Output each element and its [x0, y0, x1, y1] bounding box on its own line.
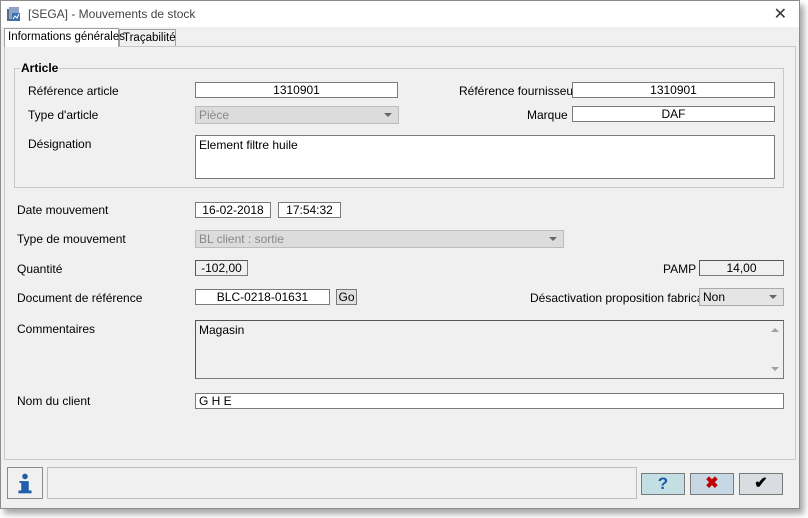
commentaires-label: Commentaires — [17, 322, 96, 336]
document-reference-field[interactable]: BLC-0218-01631 — [195, 289, 330, 305]
chevron-down-icon — [549, 237, 557, 241]
quantite-field[interactable]: -102,00 — [195, 260, 248, 276]
desactivation-value: Non — [703, 290, 726, 304]
type-mouvement-value: BL client : sortie — [199, 232, 284, 246]
nom-client-label: Nom du client — [17, 394, 91, 408]
cancel-button[interactable]: ✖ — [690, 473, 734, 495]
scroll-down-icon[interactable] — [771, 367, 779, 371]
article-group-title: Article — [20, 61, 60, 75]
go-button[interactable]: Go — [336, 289, 357, 305]
date-mouvement-label: Date mouvement — [17, 203, 109, 217]
type-article-select[interactable]: Pièce — [195, 106, 399, 124]
title-bar[interactable]: [SEGA] - Mouvements de stock ✕ — [1, 1, 799, 27]
checkmark-icon: ✔ — [754, 475, 768, 492]
date-mouvement-field[interactable]: 16-02-2018 — [195, 202, 271, 218]
help-icon: ? — [657, 474, 669, 493]
pamp-label: PAMP — [663, 262, 697, 276]
reference-fournisseur-label: Référence fournisseur — [459, 84, 578, 98]
nom-client-field[interactable]: G H E — [195, 393, 784, 409]
desactivation-select[interactable]: Non — [699, 288, 784, 306]
designation-field[interactable]: Element filtre huile — [195, 135, 775, 179]
ok-button[interactable]: ✔ — [739, 473, 783, 495]
help-button[interactable]: ? — [641, 473, 685, 495]
document-reference-label: Document de référence — [17, 291, 143, 305]
app-icon — [7, 7, 20, 21]
info-button[interactable] — [7, 467, 43, 499]
status-area — [47, 467, 637, 499]
scroll-up-icon[interactable] — [771, 328, 779, 332]
reference-article-label: Référence article — [28, 84, 119, 98]
heure-mouvement-field[interactable]: 17:54:32 — [278, 202, 341, 218]
type-mouvement-select[interactable]: BL client : sortie — [195, 230, 564, 248]
type-article-value: Pièce — [199, 108, 230, 122]
bottom-toolbar: ? ✖ ✔ — [4, 464, 796, 500]
tab-label: Informations générales — [8, 31, 125, 43]
tab-tracabilite[interactable]: Traçabilité — [119, 29, 176, 46]
info-icon — [18, 473, 32, 494]
designation-value: Element filtre huile — [199, 138, 298, 152]
cancel-icon: ✖ — [705, 475, 719, 492]
marque-field[interactable]: DAF — [572, 106, 775, 122]
dialog-window: [SEGA] - Mouvements de stock ✕ Informati… — [0, 0, 800, 509]
commentaires-field[interactable]: Magasin — [195, 320, 784, 379]
quantite-label: Quantité — [17, 262, 63, 276]
type-mouvement-label: Type de mouvement — [17, 232, 126, 246]
pamp-field[interactable]: 14,00 — [699, 260, 784, 276]
marque-label: Marque — [527, 108, 568, 122]
tab-informations-generales[interactable]: Informations générales — [4, 28, 125, 47]
close-icon[interactable]: ✕ — [774, 4, 787, 24]
chevron-down-icon — [769, 295, 777, 299]
window-title: [SEGA] - Mouvements de stock — [28, 7, 196, 21]
desactivation-label: Désactivation proposition fabricant — [530, 291, 714, 305]
tab-label: Traçabilité — [123, 32, 176, 44]
designation-label: Désignation — [28, 137, 92, 151]
reference-fournisseur-field[interactable]: 1310901 — [572, 82, 775, 98]
reference-article-field[interactable]: 1310901 — [195, 82, 398, 98]
comments-scrollbar[interactable] — [767, 321, 783, 378]
commentaires-value: Magasin — [199, 323, 245, 337]
chevron-down-icon — [384, 113, 392, 117]
type-article-label: Type d'article — [28, 108, 99, 122]
